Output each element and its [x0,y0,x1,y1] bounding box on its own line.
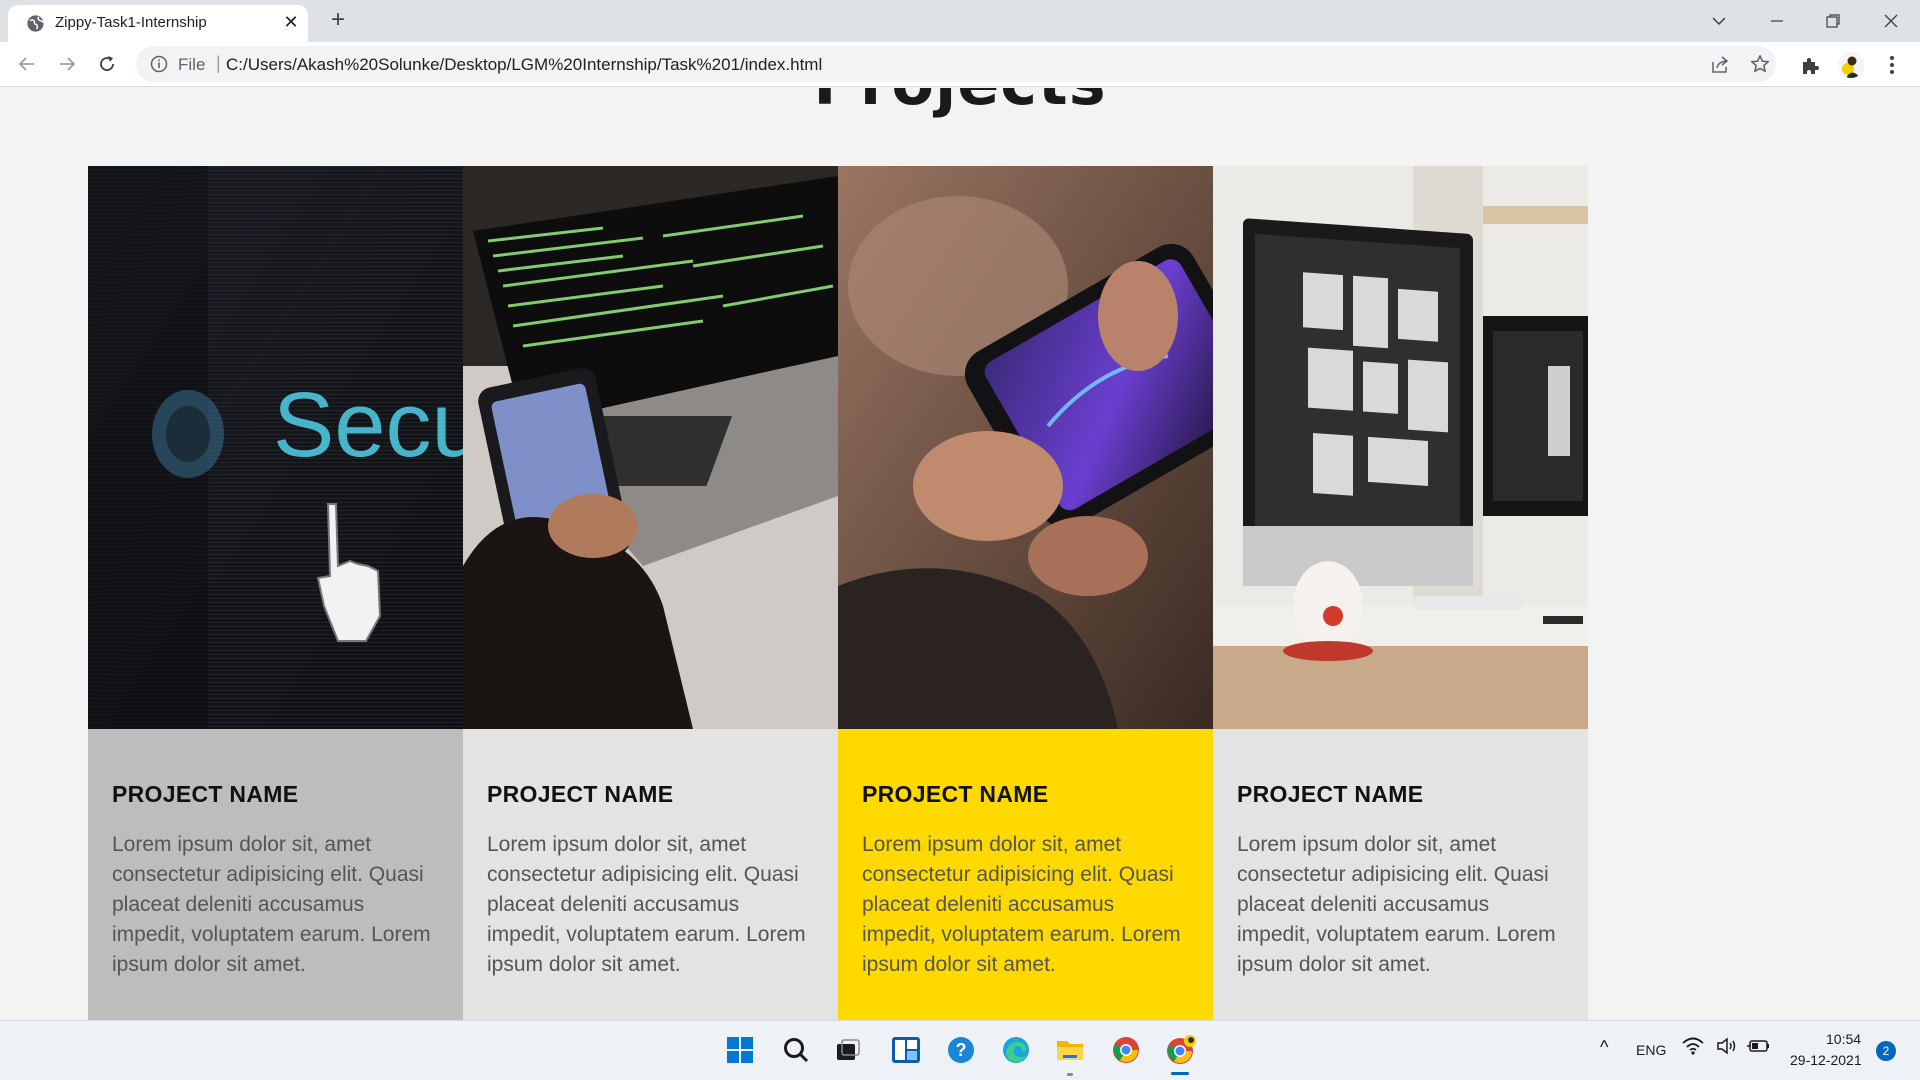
project-name: PROJECT NAME [487,781,674,807]
notification-badge[interactable]: 2 [1876,1041,1896,1061]
start-icon[interactable] [722,1032,758,1068]
projects-grid: Secu PROJECT NAME Lorem ipsum dolor sit,… [88,166,1588,1020]
reload-icon[interactable] [93,50,121,78]
menu-icon[interactable] [1882,54,1902,76]
new-tab-button[interactable]: + [326,8,350,33]
wifi-icon[interactable] [1680,1033,1706,1059]
active-app-indicator [1171,1072,1189,1075]
running-indicator [1067,1073,1073,1076]
mobile-gaming-photo [838,166,1213,729]
tab-search-icon[interactable] [1704,6,1734,36]
security-screen-photo: Secu [88,166,463,729]
tab-close-icon[interactable]: ✕ [282,14,300,32]
url-separator: | [216,53,221,73]
search-icon[interactable] [778,1032,814,1068]
tray-chevron-icon[interactable]: ^ [1600,1037,1608,1058]
close-icon[interactable] [1876,6,1906,36]
browser-tab-strip: Zippy-Task1-Internship ✕ + [0,0,1920,42]
task-view-icon[interactable] [830,1032,866,1068]
globe-icon [27,15,44,32]
battery-icon[interactable] [1746,1033,1772,1059]
restore-icon[interactable] [1818,6,1848,36]
chrome-icon[interactable] [1108,1032,1144,1068]
project-name: PROJECT NAME [862,781,1049,807]
project-card-body: PROJECT NAME Lorem ipsum dolor sit, amet… [1213,729,1588,1020]
laptop-code-phone-photo [463,166,838,729]
page-viewport: Projects [0,88,1920,1020]
project-description: Lorem ipsum dolor sit, amet consectetur … [112,833,431,976]
minimize-icon[interactable] [1762,6,1792,36]
info-icon[interactable] [150,55,168,73]
url-scheme-label: File [178,55,206,74]
browser-tab[interactable]: Zippy-Task1-Internship ✕ [8,5,308,42]
star-icon[interactable] [1750,54,1770,74]
project-card-body: PROJECT NAME Lorem ipsum dolor sit, amet… [838,729,1213,1020]
clock-date[interactable]: 29-12-2021 [1790,1052,1862,1068]
address-bar[interactable]: File | C:/Users/Akash%20Solunke/Desktop/… [136,46,1776,82]
svg-text:?: ? [956,1040,967,1060]
browser-toolbar: File | C:/Users/Akash%20Solunke/Desktop/… [0,42,1920,87]
help-icon[interactable]: ? [943,1032,979,1068]
section-title: Projects [0,88,1920,119]
project-name: PROJECT NAME [112,781,299,807]
project-description: Lorem ipsum dolor sit, amet consectetur … [862,833,1181,976]
edge-icon[interactable] [998,1032,1034,1068]
project-description: Lorem ipsum dolor sit, amet consectetur … [1237,833,1556,976]
project-name: PROJECT NAME [1237,781,1424,807]
project-card-body: PROJECT NAME Lorem ipsum dolor sit, amet… [463,729,838,1020]
project-description: Lorem ipsum dolor sit, amet consectetur … [487,833,806,976]
forward-icon[interactable] [53,50,81,78]
widgets-icon[interactable] [888,1032,924,1068]
chrome-profile-icon[interactable] [1163,1032,1199,1068]
back-icon[interactable] [13,50,41,78]
project-card-body: PROJECT NAME Lorem ipsum dolor sit, amet… [88,729,463,1020]
extensions-icon[interactable] [1800,56,1820,76]
profile-avatar[interactable] [1838,52,1864,78]
taskbar: ? ^ ENG 10:54 29-12-2021 2 [0,1020,1920,1080]
svg-text:Secu: Secu [273,374,463,476]
share-icon[interactable] [1710,55,1730,75]
clock-time[interactable]: 10:54 [1826,1031,1861,1047]
project-card[interactable]: PROJECT NAME Lorem ipsum dolor sit, amet… [1213,166,1588,1020]
desk-monitors-photo [1213,166,1588,729]
volume-icon[interactable] [1714,1033,1740,1059]
language-indicator[interactable]: ENG [1636,1042,1666,1058]
project-card[interactable]: PROJECT NAME Lorem ipsum dolor sit, amet… [838,166,1213,1020]
project-card[interactable]: PROJECT NAME Lorem ipsum dolor sit, amet… [463,166,838,1020]
project-card[interactable]: Secu PROJECT NAME Lorem ipsum dolor sit,… [88,166,463,1020]
file-explorer-icon[interactable] [1052,1032,1088,1068]
url-text[interactable]: C:/Users/Akash%20Solunke/Desktop/LGM%20I… [226,55,822,75]
tab-title: Zippy-Task1-Internship [55,14,207,31]
